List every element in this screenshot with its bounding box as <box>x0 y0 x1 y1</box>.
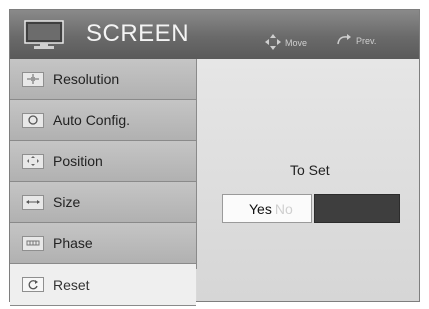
auto-config-icon <box>22 112 44 128</box>
settings-menu: Resolution Auto Config. Position Size Ph… <box>10 59 196 306</box>
move-hint: Move <box>264 33 307 53</box>
menu-item-label: Phase <box>53 235 93 251</box>
menu-item-label: Resolution <box>53 71 120 87</box>
reset-icon <box>22 277 44 292</box>
monitor-icon <box>24 20 64 55</box>
menu-item-phase[interactable]: Phase <box>10 223 196 264</box>
position-icon <box>22 153 44 169</box>
no-label: No <box>274 200 293 217</box>
menu-item-reset[interactable]: Reset <box>10 264 196 306</box>
return-icon <box>335 33 353 49</box>
size-icon <box>22 194 44 210</box>
menu-item-label: Position <box>53 153 103 169</box>
menu-item-position[interactable]: Position <box>10 141 196 182</box>
page-title: SCREEN <box>86 20 190 47</box>
screen-osd-window: SCREEN Move Prev. Resolution Auto Config… <box>9 9 420 306</box>
no-button[interactable] <box>314 194 400 223</box>
to-set-label: To Set <box>290 162 330 178</box>
menu-item-label: Auto Config. <box>53 112 131 128</box>
move-hint-label: Move <box>285 38 308 48</box>
move-icon <box>264 33 282 53</box>
yes-button[interactable]: Yes No <box>222 194 312 223</box>
resolution-icon <box>22 71 44 87</box>
phase-icon <box>22 235 44 251</box>
menu-item-label: Size <box>53 194 81 210</box>
osd-header: SCREEN Move Prev. <box>10 10 419 59</box>
menu-item-size[interactable]: Size <box>10 182 196 223</box>
reset-panel: To Set Yes No <box>197 59 419 301</box>
menu-item-label: Reset <box>53 276 90 293</box>
prev-hint: Prev. <box>335 33 376 49</box>
menu-item-auto-config[interactable]: Auto Config. <box>10 100 196 141</box>
menu-item-resolution[interactable]: Resolution <box>10 59 196 100</box>
prev-hint-label: Prev. <box>356 36 377 46</box>
yes-button-label: Yes <box>249 200 272 217</box>
